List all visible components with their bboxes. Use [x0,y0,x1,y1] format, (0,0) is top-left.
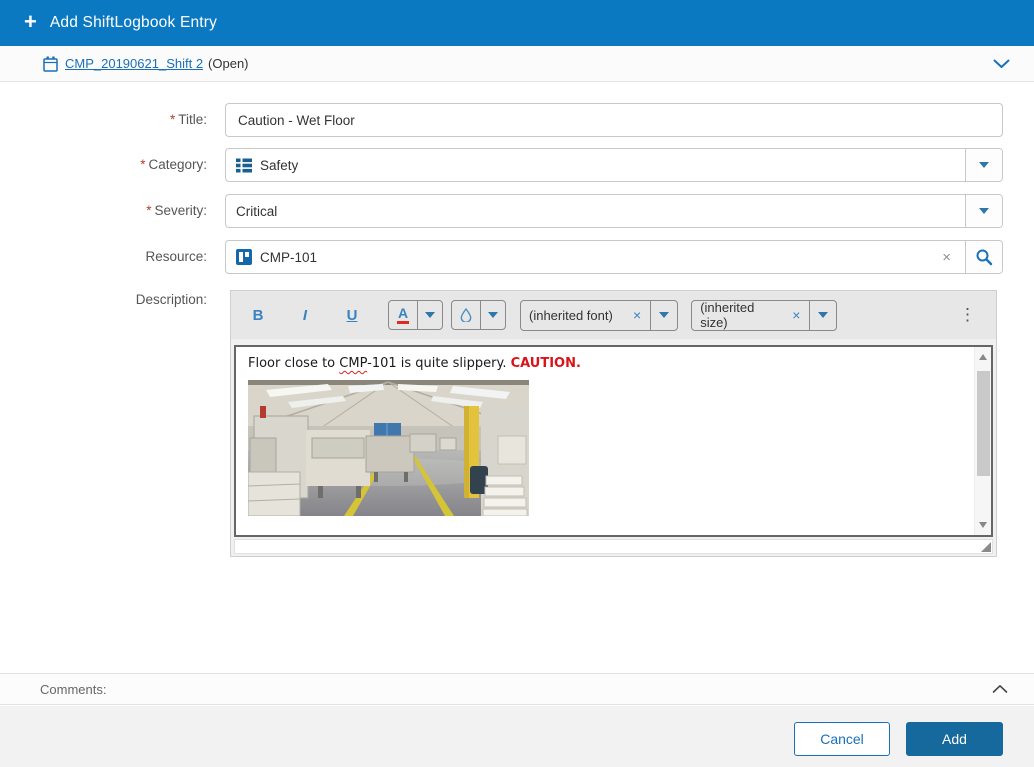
resource-label: Resource: [0,240,207,274]
dropdown-arrow-icon [818,312,828,318]
category-value: Safety [260,158,298,173]
title-field-wrap [225,103,1003,137]
required-marker: * [170,112,175,127]
resource-row: Resource: CMP-101 × [0,240,1034,274]
font-name-dropdown-button[interactable] [650,301,677,330]
italic-button[interactable]: I [294,307,316,324]
font-color-dropdown-button[interactable] [418,301,442,329]
font-color-icon: A [397,306,409,324]
highlight-color-button[interactable] [452,301,481,329]
resource-search-button[interactable] [965,241,1002,273]
caution-text: CAUTION. [511,356,581,371]
comments-chevron-up-icon[interactable] [988,680,1012,698]
severity-field[interactable]: Critical [225,194,1003,228]
category-value-wrap: Safety [226,158,965,173]
droplet-icon [460,308,472,322]
resource-icon [236,249,252,265]
dropdown-arrow-icon [425,312,435,318]
shift-status: (Open) [208,56,248,71]
dropdown-arrow-icon [659,312,669,318]
highlight-color-dropdown-button[interactable] [481,301,505,329]
font-size-dropdown-button[interactable] [809,301,836,330]
resize-grip-icon[interactable] [981,542,991,552]
description-label: Description: [0,292,207,307]
category-list-icon [236,158,252,173]
scrollbar-thumb[interactable] [977,371,990,476]
plus-icon: + [24,11,37,33]
dialog-header: + Add ShiftLogbook Entry [0,0,1034,46]
font-size-clear-icon[interactable]: × [792,301,809,330]
collapse-chevron-down-icon[interactable] [989,55,1014,73]
font-name-value[interactable]: (inherited font) [521,301,633,330]
cancel-button[interactable]: Cancel [794,722,890,756]
highlight-color-split-button [451,300,506,330]
scroll-down-arrow-icon[interactable] [979,522,987,528]
add-button[interactable]: Add [906,722,1003,756]
dialog-footer: Cancel Add [0,706,1034,767]
editor-toolbar: B I U A [231,291,996,339]
category-row: *Category: Safety [0,148,1034,182]
required-marker: * [146,203,151,218]
title-label: *Title: [0,103,207,137]
severity-row: *Severity: Critical [0,194,1034,228]
category-label: *Category: [0,148,207,182]
resource-clear-icon[interactable]: × [928,249,965,266]
required-marker: * [140,157,145,172]
shift-logbook-link[interactable]: CMP_20190621_Shift 2 [65,56,203,71]
font-size-combo: (inherited size) × [691,300,837,331]
font-size-value[interactable]: (inherited size) [692,301,792,330]
description-scrollbar[interactable] [974,347,991,535]
dropdown-arrow-icon [488,312,498,318]
description-text: Floor close to CMP-101 is quite slippery… [236,347,974,535]
resource-field[interactable]: CMP-101 × [225,240,1003,274]
scroll-up-arrow-icon[interactable] [979,354,987,360]
resource-value: CMP-101 [260,250,317,265]
severity-label: *Severity: [0,194,207,228]
title-input[interactable] [226,104,1002,136]
toolbar-more-options-button[interactable]: ⋮ [955,305,980,325]
comments-label: Comments: [40,682,106,697]
severity-value: Critical [236,204,277,219]
resource-value-wrap: CMP-101 [226,249,928,265]
underline-button[interactable]: U [341,307,363,324]
logbook-calendar-icon [43,56,58,72]
editor-status-bar [234,539,993,554]
severity-dropdown-button[interactable] [965,195,1002,227]
category-field[interactable]: Safety [225,148,1003,182]
search-icon [975,248,993,266]
comments-section-header[interactable]: Comments: [0,673,1034,705]
dropdown-arrow-icon [979,162,989,168]
description-rich-text-editor: B I U A [230,290,997,557]
bold-button[interactable]: B [247,307,269,324]
font-color-button[interactable]: A [389,301,418,329]
factory-floor-image[interactable] [248,380,529,516]
add-shiftlogbook-dialog: + Add ShiftLogbook Entry CMP_20190621_Sh… [0,0,1034,767]
shift-context-bar: CMP_20190621_Shift 2 (Open) [0,46,1034,82]
title-row: *Title: [0,103,1034,137]
font-name-clear-icon[interactable]: × [633,301,650,330]
font-name-combo: (inherited font) × [520,300,678,331]
misspelled-word: CMP [339,356,367,371]
category-dropdown-button[interactable] [965,149,1002,181]
dropdown-arrow-icon [979,208,989,214]
font-color-split-button: A [388,300,443,330]
description-content-area[interactable]: Floor close to CMP-101 is quite slippery… [234,345,993,537]
dialog-title: Add ShiftLogbook Entry [50,14,217,32]
